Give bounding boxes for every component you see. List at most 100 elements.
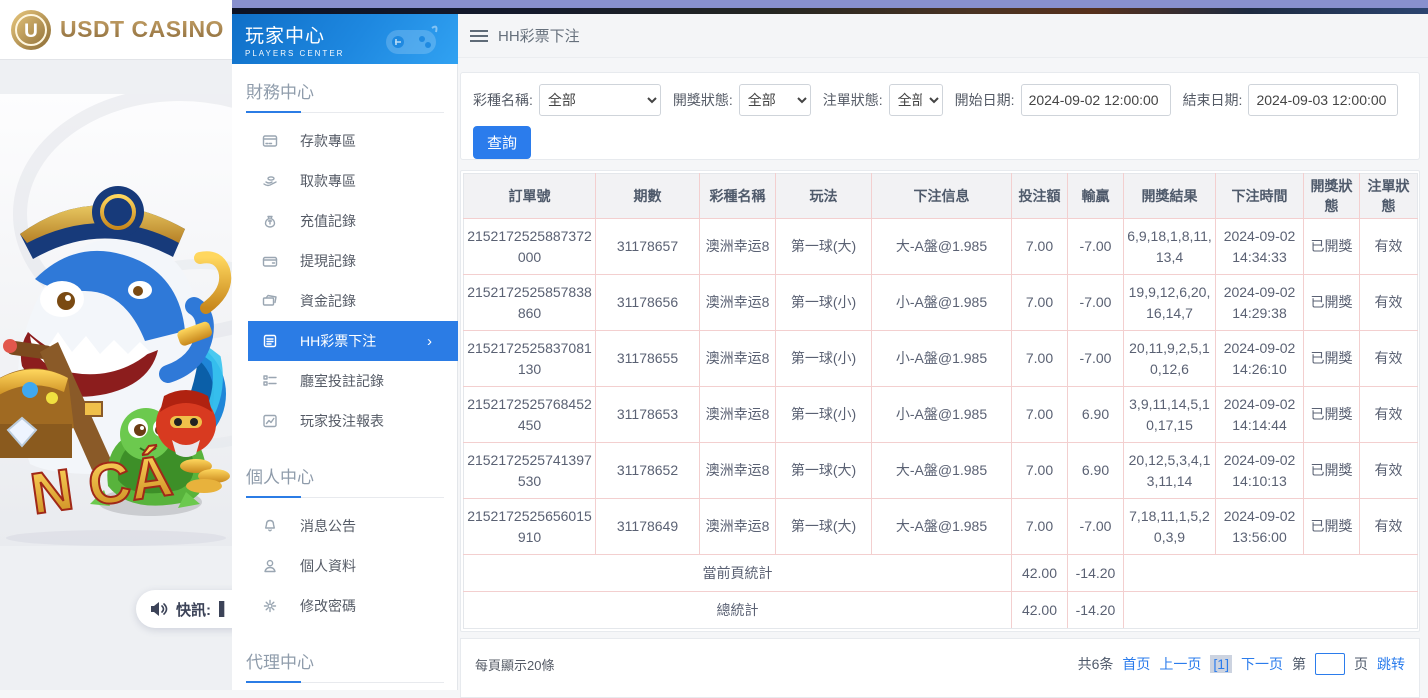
table-cell: 2024-09-02 14:34:33 bbox=[1216, 219, 1304, 275]
table-cell: -7.00 bbox=[1068, 499, 1124, 555]
table-cell: -7.00 bbox=[1068, 219, 1124, 275]
sidebar-item-label: 消息公告 bbox=[300, 516, 356, 536]
chevron-right-icon: › bbox=[427, 333, 432, 350]
table-cell: 已開獎 bbox=[1304, 331, 1360, 387]
summary-bet-total: 42.00 bbox=[1012, 592, 1068, 629]
sidebar-item[interactable]: 充值記錄 bbox=[232, 201, 458, 241]
sidebar-section-title: 個人中心 bbox=[246, 463, 444, 498]
sidebar-item[interactable]: 取款專區 bbox=[232, 161, 458, 201]
table-cell: 2152172525857838860 bbox=[464, 275, 596, 331]
sidebar-item[interactable]: 消息公告 bbox=[232, 506, 458, 546]
lottery-name-label: 彩種名稱: bbox=[473, 90, 533, 110]
table-cell: -7.00 bbox=[1068, 331, 1124, 387]
table-cell: 2152172525768452450 bbox=[464, 387, 596, 443]
casino-artwork: N CÁ bbox=[0, 94, 232, 546]
table-cell: 第一球(大) bbox=[776, 499, 872, 555]
sidebar-item[interactable]: 修改密碼 bbox=[232, 586, 458, 626]
sidebar-item-label: 廳室投註記錄 bbox=[300, 371, 384, 391]
jump-prefix: 第 bbox=[1292, 654, 1306, 674]
next-page-link[interactable]: 下一页 bbox=[1241, 654, 1283, 674]
table-cell: 7.00 bbox=[1012, 275, 1068, 331]
bets-table: 訂單號期數彩種名稱玩法下注信息投注額輸贏開獎結果下注時間開獎狀態注單狀態 2152… bbox=[463, 173, 1418, 629]
sidebar-item-label: 存款專區 bbox=[300, 131, 356, 151]
table-cell: 7.00 bbox=[1012, 499, 1068, 555]
table-cell: 19,9,12,6,20,16,14,7 bbox=[1124, 275, 1216, 331]
table-cell: 2152172525656015910 bbox=[464, 499, 596, 555]
usdt-coin-icon: U bbox=[10, 9, 52, 51]
jump-suffix: 页 bbox=[1354, 654, 1368, 674]
table-header-row: 訂單號期數彩種名稱玩法下注信息投注額輸贏開獎結果下注時間開獎狀態注單狀態 bbox=[464, 174, 1418, 219]
sidebar-item-label: 充值記錄 bbox=[300, 211, 356, 231]
sidebar-item[interactable]: 提現記錄 bbox=[232, 241, 458, 281]
prev-page-link[interactable]: 上一页 bbox=[1159, 654, 1201, 674]
table-cell: 第一球(大) bbox=[776, 219, 872, 275]
brand-logo[interactable]: U USDT CASINO bbox=[0, 0, 232, 60]
sidebar-item[interactable]: 資金記錄 bbox=[232, 281, 458, 321]
table-cell: 有效 bbox=[1360, 331, 1418, 387]
table-row: 215217252574139753031178652澳洲幸运8第一球(大)大-… bbox=[464, 443, 1418, 499]
table-cell: 2024-09-02 14:26:10 bbox=[1216, 331, 1304, 387]
table-cell: 6.90 bbox=[1068, 387, 1124, 443]
hamburger-menu-icon[interactable] bbox=[470, 30, 488, 42]
table-cell: 31178653 bbox=[596, 387, 700, 443]
records-icon bbox=[262, 373, 278, 389]
page-title: HH彩票下注 bbox=[498, 25, 580, 46]
table-cell: 已開獎 bbox=[1304, 499, 1360, 555]
table-cell: 澳洲幸运8 bbox=[700, 499, 776, 555]
table-cell: 澳洲幸运8 bbox=[700, 219, 776, 275]
summary-winloss-total: -14.20 bbox=[1068, 555, 1124, 592]
sidebar-menu: 財務中心存款專區取款專區充值記錄提現記錄資金記錄HH彩票下注›廳室投註記錄玩家投… bbox=[232, 64, 458, 690]
query-button[interactable]: 查詢 bbox=[473, 126, 531, 159]
withdraw-hand-icon bbox=[262, 173, 278, 189]
total-count: 共6条 bbox=[1078, 654, 1114, 674]
filter-panel: 彩種名稱: 全部 開獎狀態: 全部 注單狀態: 全部 開始日期: 結束日期: 查… bbox=[460, 72, 1420, 160]
start-date-label: 開始日期: bbox=[955, 90, 1015, 110]
bell-icon bbox=[262, 518, 278, 534]
column-header: 投注額 bbox=[1012, 174, 1068, 219]
table-cell: 已開獎 bbox=[1304, 387, 1360, 443]
order-status-select[interactable]: 全部 bbox=[889, 84, 943, 116]
table-cell: 有效 bbox=[1360, 499, 1418, 555]
svg-text:U: U bbox=[24, 21, 38, 42]
table-cell: 有效 bbox=[1360, 219, 1418, 275]
top-band-dark bbox=[232, 8, 1428, 14]
draw-status-select[interactable]: 全部 bbox=[739, 84, 811, 116]
table-cell: 已開獎 bbox=[1304, 443, 1360, 499]
table-cell: -7.00 bbox=[1068, 275, 1124, 331]
table-cell: 31178652 bbox=[596, 443, 700, 499]
sidebar-item[interactable]: 玩家投注報表 bbox=[232, 401, 458, 441]
end-date-input[interactable] bbox=[1248, 84, 1398, 116]
table-cell: 小-A盤@1.985 bbox=[872, 331, 1012, 387]
table-cell: 7,18,11,1,5,20,3,9 bbox=[1124, 499, 1216, 555]
current-page[interactable]: [1] bbox=[1210, 655, 1232, 673]
table-cell: 31178656 bbox=[596, 275, 700, 331]
sidebar-item[interactable]: HH彩票下注› bbox=[248, 321, 458, 361]
jump-page-input[interactable] bbox=[1315, 653, 1345, 675]
deposit-card-icon bbox=[262, 133, 278, 149]
sidebar-item[interactable]: 廳室投註記錄 bbox=[232, 361, 458, 401]
table-cell: 澳洲幸运8 bbox=[700, 331, 776, 387]
start-date-input[interactable] bbox=[1021, 84, 1171, 116]
table-cell: 7.00 bbox=[1012, 443, 1068, 499]
column-header: 注單狀態 bbox=[1360, 174, 1418, 219]
draw-status-label: 開獎狀態: bbox=[673, 90, 733, 110]
table-cell: 第一球(大) bbox=[776, 443, 872, 499]
table-row: 215217252576845245031178653澳洲幸运8第一球(小)小-… bbox=[464, 387, 1418, 443]
table-row: 215217252583708113031178655澳洲幸运8第一球(小)小-… bbox=[464, 331, 1418, 387]
news-ticker[interactable]: 快訊: ▌ bbox=[136, 590, 232, 628]
page-size-text: 每頁顯示20條 bbox=[475, 655, 554, 674]
report-chart-icon bbox=[262, 413, 278, 429]
sidebar-item[interactable]: 個人資料 bbox=[232, 546, 458, 586]
jump-action-link[interactable]: 跳转 bbox=[1377, 654, 1405, 674]
sidebar-item[interactable]: 存款專區 bbox=[232, 121, 458, 161]
first-page-link[interactable]: 首页 bbox=[1122, 654, 1150, 674]
table-cell: 2024-09-02 13:56:00 bbox=[1216, 499, 1304, 555]
table-cell: 已開獎 bbox=[1304, 219, 1360, 275]
column-header: 彩種名稱 bbox=[700, 174, 776, 219]
summary-label: 當前頁統計 bbox=[464, 555, 1012, 592]
table-cell: 有效 bbox=[1360, 275, 1418, 331]
table-cell: 7.00 bbox=[1012, 219, 1068, 275]
table-cell: 第一球(小) bbox=[776, 387, 872, 443]
lottery-name-select[interactable]: 全部 bbox=[539, 84, 661, 116]
ticket-icon bbox=[262, 293, 278, 309]
